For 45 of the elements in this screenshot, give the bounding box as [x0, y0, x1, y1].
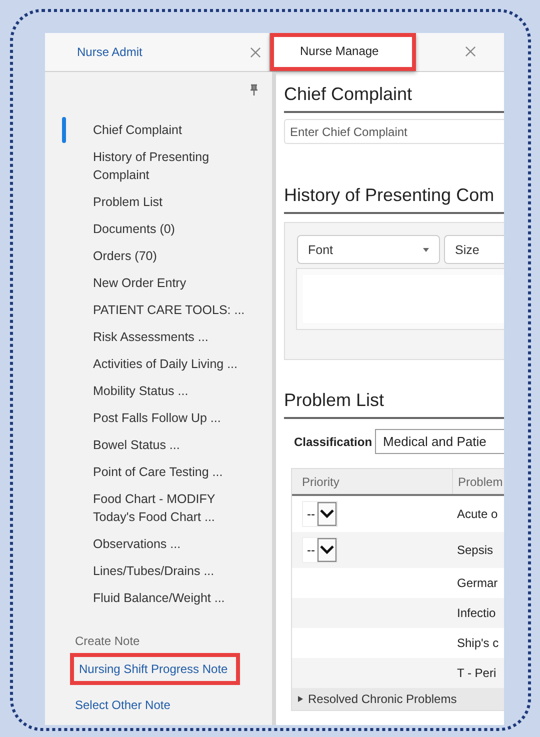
sidebar-item[interactable]: Chief Complaint: [45, 117, 272, 143]
table-cell-text: Sepsis: [456, 543, 494, 557]
sidebar-item[interactable]: Problem List: [45, 189, 272, 215]
table-cell-text: Acute o: [456, 507, 499, 521]
section-label: Create Note: [75, 633, 140, 649]
pin-icon[interactable]: [250, 84, 258, 96]
section-heading: History of Presenting Com: [284, 185, 504, 214]
section-heading: Problem List: [284, 390, 504, 419]
close-icon[interactable]: [250, 46, 261, 58]
table-cell-text: Infectio: [456, 606, 497, 620]
sidebar-item[interactable]: Fluid Balance/Weight ...: [45, 585, 272, 611]
note-link[interactable]: Select Other Note: [75, 691, 170, 719]
sidebar-item[interactable]: PATIENT CARE TOOLS: ...: [45, 297, 272, 323]
sidebar-item[interactable]: Mobility Status ...: [45, 378, 272, 404]
sidebar-item[interactable]: Documents (0): [45, 216, 272, 242]
sidebar-item[interactable]: Risk Assessments ...: [45, 324, 272, 350]
input-field[interactable]: Enter Chief Complaint: [284, 119, 504, 144]
close-icon[interactable]: [465, 46, 476, 56]
sidebar-item[interactable]: Post Falls Follow Up ...: [45, 405, 272, 431]
sidebar-item[interactable]: Orders (70): [45, 243, 272, 269]
priority-dropdown[interactable]: --: [302, 501, 338, 527]
sidebar-item[interactable]: New Order Entry: [45, 270, 272, 296]
size-dropdown[interactable]: Size: [444, 235, 504, 264]
chevron-down-icon: [317, 502, 337, 526]
field-label: Classification: [293, 434, 372, 448]
sidebar-item[interactable]: Observations ...: [45, 531, 272, 557]
sidebar-item[interactable]: History of Presenting Complaint: [45, 144, 272, 188]
sidebar-item[interactable]: Food Chart - MODIFY Today's Food Chart ...: [45, 486, 272, 530]
caret-icon: [423, 248, 429, 252]
sidebar-item[interactable]: Activities of Daily Living ...: [45, 351, 272, 377]
sidebar-item[interactable]: Bowel Status ...: [45, 432, 272, 458]
expand-triangle-icon[interactable]: [298, 696, 303, 702]
classification-dropdown[interactable]: Medical and Patie: [375, 429, 504, 454]
column-header[interactable]: Problem: [452, 469, 504, 494]
table-cell-text: Germar: [456, 576, 499, 590]
note-link[interactable]: Nursing Shift Progress Note: [70, 653, 240, 685]
priority-dropdown[interactable]: --: [302, 537, 338, 563]
sidebar-item[interactable]: Point of Care Testing ...: [45, 459, 272, 485]
section-heading: Chief Complaint: [284, 84, 504, 113]
chevron-down-icon: [317, 538, 337, 562]
column-header[interactable]: Priority: [292, 469, 452, 494]
table-cell-text: Ship's c: [456, 636, 500, 650]
sidebar-item[interactable]: Lines/Tubes/Drains ...: [45, 558, 272, 584]
table-cell-text: T - Peri: [456, 666, 498, 680]
font-dropdown[interactable]: Font: [297, 235, 440, 264]
